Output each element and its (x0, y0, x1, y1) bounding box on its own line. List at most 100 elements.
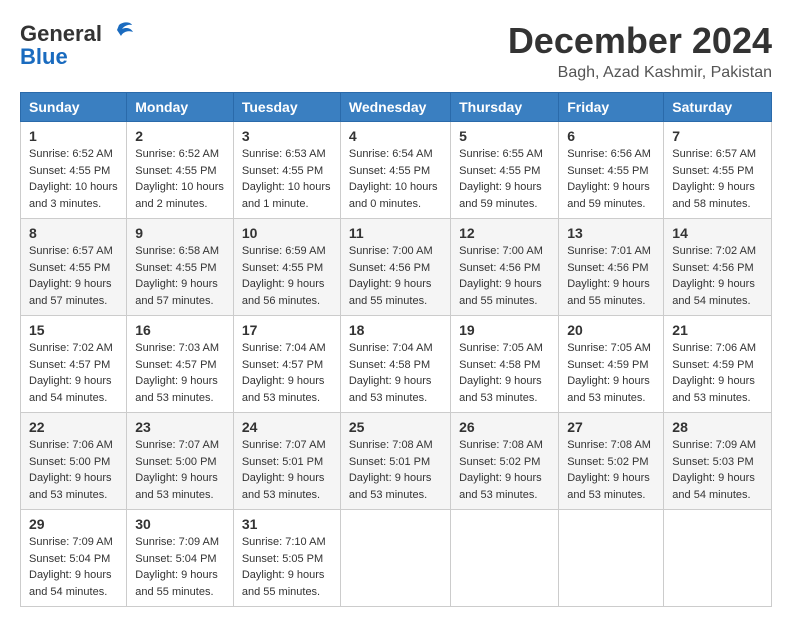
sunrise-label: Sunrise: 6:56 AM (567, 148, 651, 160)
calendar-cell: 9 Sunrise: 6:58 AM Sunset: 4:55 PM Dayli… (127, 219, 234, 316)
calendar-cell: 26 Sunrise: 7:08 AM Sunset: 5:02 PM Dayl… (451, 413, 559, 510)
sunset-label: Sunset: 5:01 PM (349, 456, 430, 468)
daylight-label: Daylight: 9 hours and 53 minutes. (135, 472, 218, 501)
sunset-label: Sunset: 4:58 PM (459, 359, 540, 371)
sunset-label: Sunset: 4:55 PM (349, 165, 430, 177)
sunrise-label: Sunrise: 7:08 AM (349, 439, 433, 451)
sunset-label: Sunset: 4:55 PM (29, 262, 110, 274)
weekday-header-friday: Friday (559, 93, 664, 122)
calendar-week-4: 22 Sunrise: 7:06 AM Sunset: 5:00 PM Dayl… (21, 413, 772, 510)
sunrise-label: Sunrise: 7:05 AM (567, 342, 651, 354)
sunrise-label: Sunrise: 6:57 AM (672, 148, 756, 160)
sunrise-label: Sunrise: 6:52 AM (29, 148, 113, 160)
sunrise-label: Sunrise: 7:07 AM (135, 439, 219, 451)
daylight-label: Daylight: 9 hours and 59 minutes. (459, 181, 542, 210)
calendar-cell: 24 Sunrise: 7:07 AM Sunset: 5:01 PM Dayl… (233, 413, 340, 510)
daylight-label: Daylight: 9 hours and 53 minutes. (349, 472, 432, 501)
day-info: Sunrise: 6:53 AM Sunset: 4:55 PM Dayligh… (242, 146, 332, 212)
day-number: 12 (459, 225, 550, 241)
sunset-label: Sunset: 4:57 PM (29, 359, 110, 371)
sunrise-label: Sunrise: 7:04 AM (242, 342, 326, 354)
day-number: 25 (349, 419, 442, 435)
daylight-label: Daylight: 9 hours and 55 minutes. (567, 278, 650, 307)
calendar-cell: 2 Sunrise: 6:52 AM Sunset: 4:55 PM Dayli… (127, 122, 234, 219)
daylight-label: Daylight: 10 hours and 0 minutes. (349, 181, 438, 210)
day-number: 9 (135, 225, 225, 241)
day-info: Sunrise: 6:55 AM Sunset: 4:55 PM Dayligh… (459, 146, 550, 212)
day-info: Sunrise: 6:52 AM Sunset: 4:55 PM Dayligh… (29, 146, 118, 212)
sunset-label: Sunset: 4:55 PM (242, 165, 323, 177)
sunrise-label: Sunrise: 7:09 AM (29, 536, 113, 548)
day-info: Sunrise: 7:10 AM Sunset: 5:05 PM Dayligh… (242, 534, 332, 600)
day-number: 14 (672, 225, 763, 241)
calendar-cell: 15 Sunrise: 7:02 AM Sunset: 4:57 PM Dayl… (21, 316, 127, 413)
sunset-label: Sunset: 4:55 PM (135, 262, 216, 274)
calendar-cell: 30 Sunrise: 7:09 AM Sunset: 5:04 PM Dayl… (127, 510, 234, 607)
day-info: Sunrise: 7:01 AM Sunset: 4:56 PM Dayligh… (567, 243, 655, 309)
sunrise-label: Sunrise: 6:55 AM (459, 148, 543, 160)
sunrise-label: Sunrise: 7:06 AM (672, 342, 756, 354)
day-number: 11 (349, 225, 442, 241)
day-info: Sunrise: 7:09 AM Sunset: 5:04 PM Dayligh… (135, 534, 225, 600)
sunset-label: Sunset: 4:56 PM (349, 262, 430, 274)
sunset-label: Sunset: 5:03 PM (672, 456, 753, 468)
calendar-cell: 3 Sunrise: 6:53 AM Sunset: 4:55 PM Dayli… (233, 122, 340, 219)
sunrise-label: Sunrise: 6:59 AM (242, 245, 326, 257)
calendar-cell: 5 Sunrise: 6:55 AM Sunset: 4:55 PM Dayli… (451, 122, 559, 219)
day-info: Sunrise: 6:54 AM Sunset: 4:55 PM Dayligh… (349, 146, 442, 212)
day-info: Sunrise: 6:52 AM Sunset: 4:55 PM Dayligh… (135, 146, 225, 212)
calendar-cell: 29 Sunrise: 7:09 AM Sunset: 5:04 PM Dayl… (21, 510, 127, 607)
calendar-cell: 21 Sunrise: 7:06 AM Sunset: 4:59 PM Dayl… (664, 316, 772, 413)
sunrise-label: Sunrise: 7:06 AM (29, 439, 113, 451)
day-info: Sunrise: 6:58 AM Sunset: 4:55 PM Dayligh… (135, 243, 225, 309)
daylight-label: Daylight: 9 hours and 58 minutes. (672, 181, 755, 210)
title-area: December 2024 Bagh, Azad Kashmir, Pakist… (508, 20, 772, 82)
daylight-label: Daylight: 9 hours and 53 minutes. (459, 375, 542, 404)
day-number: 26 (459, 419, 550, 435)
day-number: 19 (459, 322, 550, 338)
sunrise-label: Sunrise: 7:02 AM (29, 342, 113, 354)
day-number: 10 (242, 225, 332, 241)
calendar-cell: 17 Sunrise: 7:04 AM Sunset: 4:57 PM Dayl… (233, 316, 340, 413)
sunrise-label: Sunrise: 6:57 AM (29, 245, 113, 257)
calendar-cell: 20 Sunrise: 7:05 AM Sunset: 4:59 PM Dayl… (559, 316, 664, 413)
sunrise-label: Sunrise: 7:01 AM (567, 245, 651, 257)
calendar-cell: 14 Sunrise: 7:02 AM Sunset: 4:56 PM Dayl… (664, 219, 772, 316)
weekday-header-tuesday: Tuesday (233, 93, 340, 122)
weekday-header-saturday: Saturday (664, 93, 772, 122)
daylight-label: Daylight: 10 hours and 1 minute. (242, 181, 331, 210)
sunset-label: Sunset: 5:00 PM (135, 456, 216, 468)
day-info: Sunrise: 7:06 AM Sunset: 4:59 PM Dayligh… (672, 340, 763, 406)
calendar-cell: 8 Sunrise: 6:57 AM Sunset: 4:55 PM Dayli… (21, 219, 127, 316)
day-info: Sunrise: 7:09 AM Sunset: 5:04 PM Dayligh… (29, 534, 118, 600)
daylight-label: Daylight: 9 hours and 54 minutes. (29, 375, 112, 404)
calendar-cell: 27 Sunrise: 7:08 AM Sunset: 5:02 PM Dayl… (559, 413, 664, 510)
day-info: Sunrise: 7:08 AM Sunset: 5:02 PM Dayligh… (567, 437, 655, 503)
sunset-label: Sunset: 4:55 PM (29, 165, 110, 177)
day-info: Sunrise: 7:05 AM Sunset: 4:59 PM Dayligh… (567, 340, 655, 406)
day-number: 24 (242, 419, 332, 435)
day-number: 28 (672, 419, 763, 435)
sunset-label: Sunset: 5:04 PM (135, 553, 216, 565)
calendar-cell: 25 Sunrise: 7:08 AM Sunset: 5:01 PM Dayl… (340, 413, 450, 510)
day-info: Sunrise: 7:04 AM Sunset: 4:57 PM Dayligh… (242, 340, 332, 406)
calendar-cell: 31 Sunrise: 7:10 AM Sunset: 5:05 PM Dayl… (233, 510, 340, 607)
day-info: Sunrise: 6:57 AM Sunset: 4:55 PM Dayligh… (29, 243, 118, 309)
day-number: 1 (29, 128, 118, 144)
day-number: 16 (135, 322, 225, 338)
daylight-label: Daylight: 9 hours and 55 minutes. (459, 278, 542, 307)
day-number: 8 (29, 225, 118, 241)
sunset-label: Sunset: 4:56 PM (459, 262, 540, 274)
day-number: 31 (242, 516, 332, 532)
day-number: 7 (672, 128, 763, 144)
day-number: 6 (567, 128, 655, 144)
sunrise-label: Sunrise: 6:58 AM (135, 245, 219, 257)
calendar-cell: 12 Sunrise: 7:00 AM Sunset: 4:56 PM Dayl… (451, 219, 559, 316)
calendar-cell: 1 Sunrise: 6:52 AM Sunset: 4:55 PM Dayli… (21, 122, 127, 219)
calendar-week-5: 29 Sunrise: 7:09 AM Sunset: 5:04 PM Dayl… (21, 510, 772, 607)
calendar-cell (340, 510, 450, 607)
daylight-label: Daylight: 9 hours and 56 minutes. (242, 278, 325, 307)
sunrise-label: Sunrise: 7:09 AM (672, 439, 756, 451)
calendar-cell: 7 Sunrise: 6:57 AM Sunset: 4:55 PM Dayli… (664, 122, 772, 219)
calendar-cell: 11 Sunrise: 7:00 AM Sunset: 4:56 PM Dayl… (340, 219, 450, 316)
